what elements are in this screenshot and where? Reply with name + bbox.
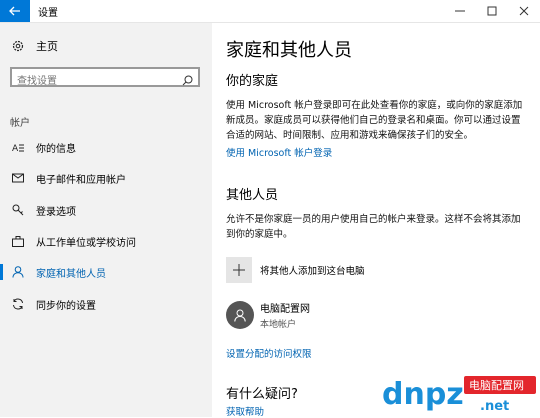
window-title: 设置 bbox=[38, 8, 58, 19]
section-label: 帐户 bbox=[10, 118, 30, 129]
minimize-button[interactable] bbox=[444, 0, 476, 22]
sync-icon bbox=[10, 298, 26, 310]
key-icon bbox=[10, 204, 26, 216]
sidebar-item-work[interactable]: 从工作单位或学校访问 bbox=[0, 228, 212, 254]
sidebar-item-family[interactable]: 家庭和其他人员 bbox=[0, 259, 212, 285]
search-input[interactable] bbox=[12, 73, 172, 90]
gear-icon bbox=[12, 40, 28, 52]
user-name: 电脑配置网 bbox=[260, 304, 310, 315]
sidebar-item-label: 同步你的设置 bbox=[36, 300, 96, 312]
close-button[interactable] bbox=[508, 0, 540, 22]
user-type: 本地帐户 bbox=[260, 320, 297, 330]
others-description: 允许不是你家庭一员的用户使用自己的帐户来登录。这样不会将其添加到你的家庭中。 bbox=[226, 214, 521, 240]
sidebar-item-label: 登录选项 bbox=[36, 206, 76, 218]
sidebar-item-email[interactable]: 电子邮件和应用帐户 bbox=[0, 165, 212, 191]
minimize-icon bbox=[455, 10, 465, 12]
sidebar-item-sign-in[interactable]: 登录选项 bbox=[0, 197, 212, 223]
sidebar-item-sync[interactable]: 同步你的设置 bbox=[0, 291, 212, 317]
svg-text:电脑配置网: 电脑配置网 bbox=[469, 379, 524, 392]
search-box[interactable] bbox=[10, 67, 200, 90]
watermark-logo: dnpz 电脑配置网 .net bbox=[382, 376, 536, 414]
plus-icon bbox=[226, 257, 252, 283]
sidebar-item-label: 家庭和其他人员 bbox=[36, 268, 106, 280]
maximize-icon bbox=[487, 6, 497, 16]
svg-text:A: A bbox=[12, 144, 19, 152]
svg-text:.net: .net bbox=[480, 399, 509, 414]
get-help-link[interactable]: 获取帮助 bbox=[226, 404, 264, 418]
home-label: 主页 bbox=[36, 40, 58, 53]
search-icon[interactable] bbox=[182, 71, 193, 90]
maximize-button[interactable] bbox=[476, 0, 508, 22]
back-button[interactable] bbox=[0, 0, 30, 22]
sidebar-item-label: 电子邮件和应用帐户 bbox=[36, 174, 126, 186]
family-heading: 你的家庭 bbox=[226, 74, 279, 89]
add-user-button[interactable]: 将其他人添加到这台电脑 bbox=[226, 257, 365, 283]
others-heading: 其他人员 bbox=[226, 188, 279, 203]
avatar bbox=[226, 301, 254, 329]
person-icon bbox=[234, 309, 246, 322]
assigned-access-link[interactable]: 设置分配的访问权限 bbox=[226, 346, 312, 360]
sidebar-item-label: 从工作单位或学校访问 bbox=[36, 237, 136, 249]
home-link[interactable]: 主页 bbox=[12, 38, 58, 54]
page-title: 家庭和其他人员 bbox=[226, 40, 352, 61]
mail-icon bbox=[10, 173, 26, 183]
title-bar: 设置 bbox=[0, 0, 540, 23]
question-heading: 有什么疑问? bbox=[226, 387, 298, 402]
sidebar-item-your-info[interactable]: A 你的信息 bbox=[0, 134, 212, 160]
add-user-label: 将其他人添加到这台电脑 bbox=[260, 266, 365, 277]
sidebar: 主页 帐户 A 你的信息 电子邮件和应用帐户 登录选项 从工作单位或学校访问 bbox=[0, 23, 212, 417]
arrow-left-icon bbox=[9, 6, 20, 16]
close-icon bbox=[519, 6, 529, 16]
briefcase-icon bbox=[10, 235, 26, 247]
user-account-item[interactable]: 电脑配置网 本地帐户 bbox=[226, 300, 310, 330]
sidebar-item-label: 你的信息 bbox=[36, 143, 76, 155]
family-description: 使用 Microsoft 帐户登录即可在此处查看你的家庭，或向你的家庭添加新成员… bbox=[226, 100, 523, 141]
active-indicator bbox=[0, 264, 3, 280]
microsoft-signin-link[interactable]: 使用 Microsoft 帐户登录 bbox=[226, 145, 332, 159]
person-card-icon: A bbox=[10, 142, 26, 152]
svg-text:dnpz: dnpz bbox=[382, 377, 464, 412]
person-icon bbox=[10, 266, 26, 278]
